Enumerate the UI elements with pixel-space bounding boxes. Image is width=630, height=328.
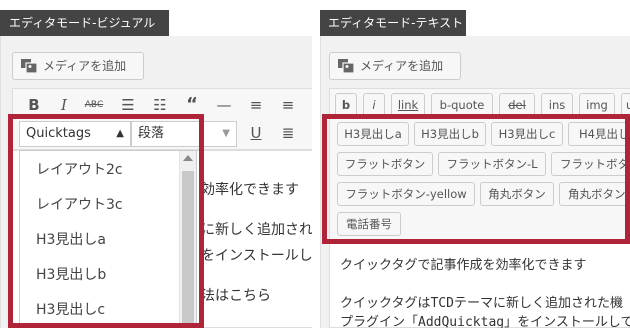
dropdown-item[interactable]: H3見出しb xyxy=(20,258,178,292)
ul-button[interactable]: u xyxy=(621,93,630,117)
quicktag-flat-button[interactable]: フラットボタン xyxy=(337,152,433,176)
content-line: 法はこちら xyxy=(201,288,271,304)
add-media-label: メディアを追加 xyxy=(360,59,444,73)
content-line: をインストールし xyxy=(201,248,312,264)
quicktag-round-partial-button[interactable]: 角丸ボタン xyxy=(559,182,630,206)
link-button[interactable]: link xyxy=(391,93,425,117)
quicktag-h3a-button[interactable]: H3見出しa xyxy=(337,122,409,146)
bullet-list-icon[interactable]: ☰ xyxy=(117,95,139,115)
add-media-button[interactable]: メディアを追加 xyxy=(329,52,461,80)
quicktag-h3b-button[interactable]: H3見出しb xyxy=(414,122,486,146)
media-icon xyxy=(21,59,37,73)
caret-up-icon: ▲ xyxy=(116,128,124,139)
text-content-area[interactable]: クイックタグで記事作成を効率化できます クイックタグはTCDテーマに新しく追加さ… xyxy=(329,240,630,328)
content-line: プラグイン「AddQuicktag」をインストールして xyxy=(340,315,630,328)
scroll-thumb[interactable] xyxy=(182,171,194,328)
add-media-button[interactable]: メディアを追加 xyxy=(12,52,144,80)
format-select[interactable]: 段落 ▼ xyxy=(131,121,237,147)
quicktags-select-value: Quicktags xyxy=(26,126,91,141)
quicktag-round-button[interactable]: 角丸ボタン xyxy=(480,182,554,206)
ins-button[interactable]: ins xyxy=(541,93,573,117)
strikethrough-icon[interactable]: ABC xyxy=(83,95,105,115)
quicktag-h4-button[interactable]: H4見出し xyxy=(568,122,630,146)
blockquote-button[interactable]: b-quote xyxy=(431,93,493,117)
panel-gap xyxy=(312,0,320,328)
align-center-icon[interactable]: ≡ xyxy=(277,95,299,115)
blockquote-icon[interactable]: “ xyxy=(181,95,203,115)
bold-icon[interactable]: B xyxy=(23,95,45,115)
quicktags-dropdown: レイアウト2c レイアウト3c H3見出しa H3見出しb H3見出しc xyxy=(19,150,197,328)
visual-toolbar: B I ABC ☰ ☷ “ — ≡ ≡ Quicktags ▲ 段落 ▼ U ≣ xyxy=(12,88,312,150)
dropdown-item[interactable]: H3見出しa xyxy=(20,223,178,257)
content-line: クイックタグはTCDテーマに新しく追加された機 xyxy=(340,296,623,311)
align-left-icon[interactable]: ≡ xyxy=(245,95,267,115)
italic-button[interactable]: i xyxy=(363,93,385,117)
italic-icon[interactable]: I xyxy=(53,95,75,115)
text-toolbar: b i link b-quote del ins img u H3見出しa H3… xyxy=(329,88,630,242)
caret-down-icon: ▼ xyxy=(222,128,230,139)
quicktags-select[interactable]: Quicktags ▲ xyxy=(19,121,131,147)
text-editor-panel: エディタモード-テキスト メディアを追加 b i link b-quote de… xyxy=(320,0,630,328)
quicktag-flat-partial-button[interactable]: フラットボタ xyxy=(551,152,630,176)
horizontal-rule-icon[interactable]: — xyxy=(213,95,235,115)
panel-title: エディタモード-ビジュアル xyxy=(0,10,169,36)
bold-button[interactable]: b xyxy=(335,93,357,117)
visual-editor-panel: エディタモード-ビジュアル メディアを追加 B I ABC ☰ ☷ “ — ≡ … xyxy=(0,0,312,328)
content-line: に新しく追加され xyxy=(201,222,312,238)
numbered-list-icon[interactable]: ☷ xyxy=(149,95,171,115)
quicktag-flat-yellow-button[interactable]: フラットボタン-yellow xyxy=(337,182,475,206)
scroll-up-icon[interactable] xyxy=(183,155,193,161)
dropdown-item[interactable]: H3見出しc xyxy=(20,293,178,327)
format-select-value: 段落 xyxy=(138,126,165,141)
media-icon xyxy=(338,59,354,73)
quicktag-h3c-button[interactable]: H3見出しc xyxy=(491,122,563,146)
dropdown-item[interactable]: レイアウト3c xyxy=(20,188,178,222)
justify-icon[interactable]: ≣ xyxy=(277,123,299,143)
underline-icon[interactable]: U xyxy=(245,123,267,143)
panel-title: エディタモード-テキスト xyxy=(320,10,466,36)
del-button[interactable]: del xyxy=(499,93,535,117)
dropdown-scrollbar[interactable] xyxy=(179,151,196,328)
content-line: 効率化できます xyxy=(201,182,299,198)
add-media-label: メディアを追加 xyxy=(43,59,127,73)
dropdown-item[interactable]: レイアウト2c xyxy=(20,153,178,187)
quicktag-flat-l-button[interactable]: フラットボタン-L xyxy=(438,152,546,176)
content-line: クイックタグで記事作成を効率化できます xyxy=(340,258,587,273)
quicktag-phone-button[interactable]: 電話番号 xyxy=(337,212,401,236)
img-button[interactable]: img xyxy=(579,93,615,117)
